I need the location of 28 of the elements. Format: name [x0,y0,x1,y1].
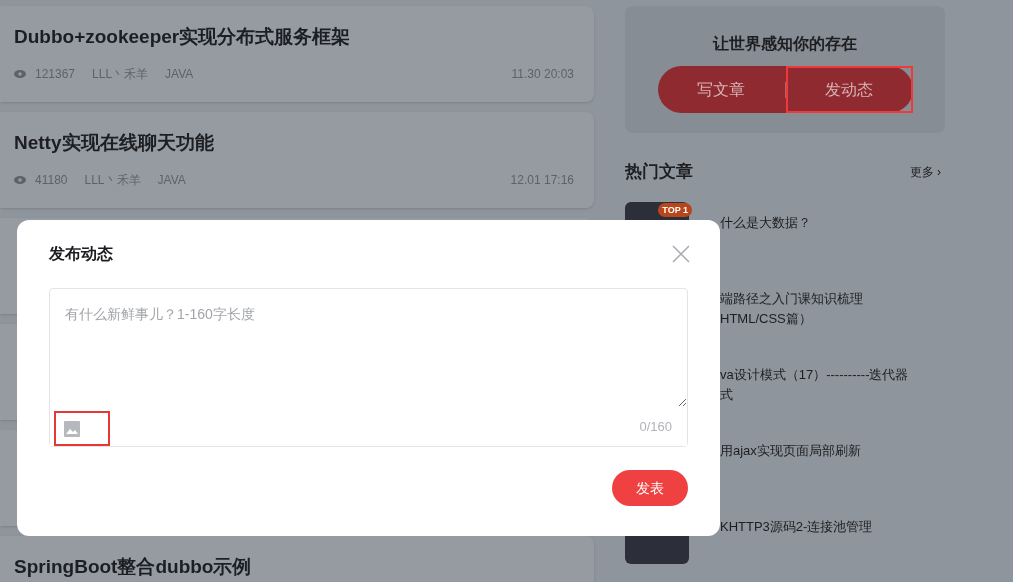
eye-icon [14,176,26,184]
hot-article-title[interactable]: 端路径之入门课知识梳理 HTML/CSS篇） [720,277,863,336]
article-title[interactable]: Netty实现在线聊天功能 [14,131,574,155]
submit-button[interactable]: 发表 [612,470,688,506]
article-title[interactable]: Dubbo+zookeeper实现分布式服务框架 [14,25,574,49]
eye-icon [14,70,26,78]
hot-article-title[interactable]: KHTTP3源码2-连接池管理 [720,505,873,564]
view-count: 41180 [35,172,68,189]
image-button[interactable] [54,411,110,446]
action-button[interactable]: 发动态 [786,66,913,113]
hot-article-title[interactable]: va设计模式（17）----------迭代器 式 [720,353,909,412]
close-button[interactable] [672,245,690,263]
dialog-title: 发布动态 [49,244,113,264]
article-card[interactable]: SpringBoot整合dubbo示例 [0,536,594,582]
char-counter: 0/160 [639,417,672,436]
close-icon [672,245,690,263]
post-time: 12.01 17:16 [510,172,574,189]
post-time: 11.30 20:03 [511,66,574,83]
article-title[interactable]: SpringBoot整合dubbo示例 [14,555,574,579]
promo-heading: 让世界感知你的存在 [713,34,857,54]
hot-article-title[interactable]: 用ajax实现页面局部刷新 [720,429,861,488]
view-count: 121367 [35,66,76,83]
section-title: 热门文章 [625,161,693,183]
image-icon [64,420,80,437]
action-button[interactable]: 写文章 [657,66,785,113]
more-link[interactable]: 更多 › [909,162,945,181]
hot-article-title[interactable]: 什么是大数据？ [720,201,811,260]
rank-badge: TOP 1 [658,202,692,217]
